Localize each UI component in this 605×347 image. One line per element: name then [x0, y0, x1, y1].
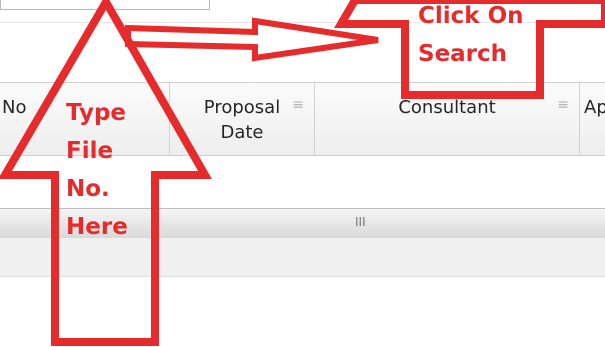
type-file-annotation: Type File No. Here	[66, 94, 128, 246]
annotation-line: No.	[66, 176, 110, 202]
annotation-line: Click On	[418, 3, 524, 29]
click-search-annotation: Click On Search	[418, 0, 524, 73]
annotation-line: File	[66, 138, 114, 164]
annotation-line: Search	[418, 41, 508, 67]
annotation-line: Here	[66, 214, 128, 240]
annotation-line: Type	[66, 100, 127, 126]
